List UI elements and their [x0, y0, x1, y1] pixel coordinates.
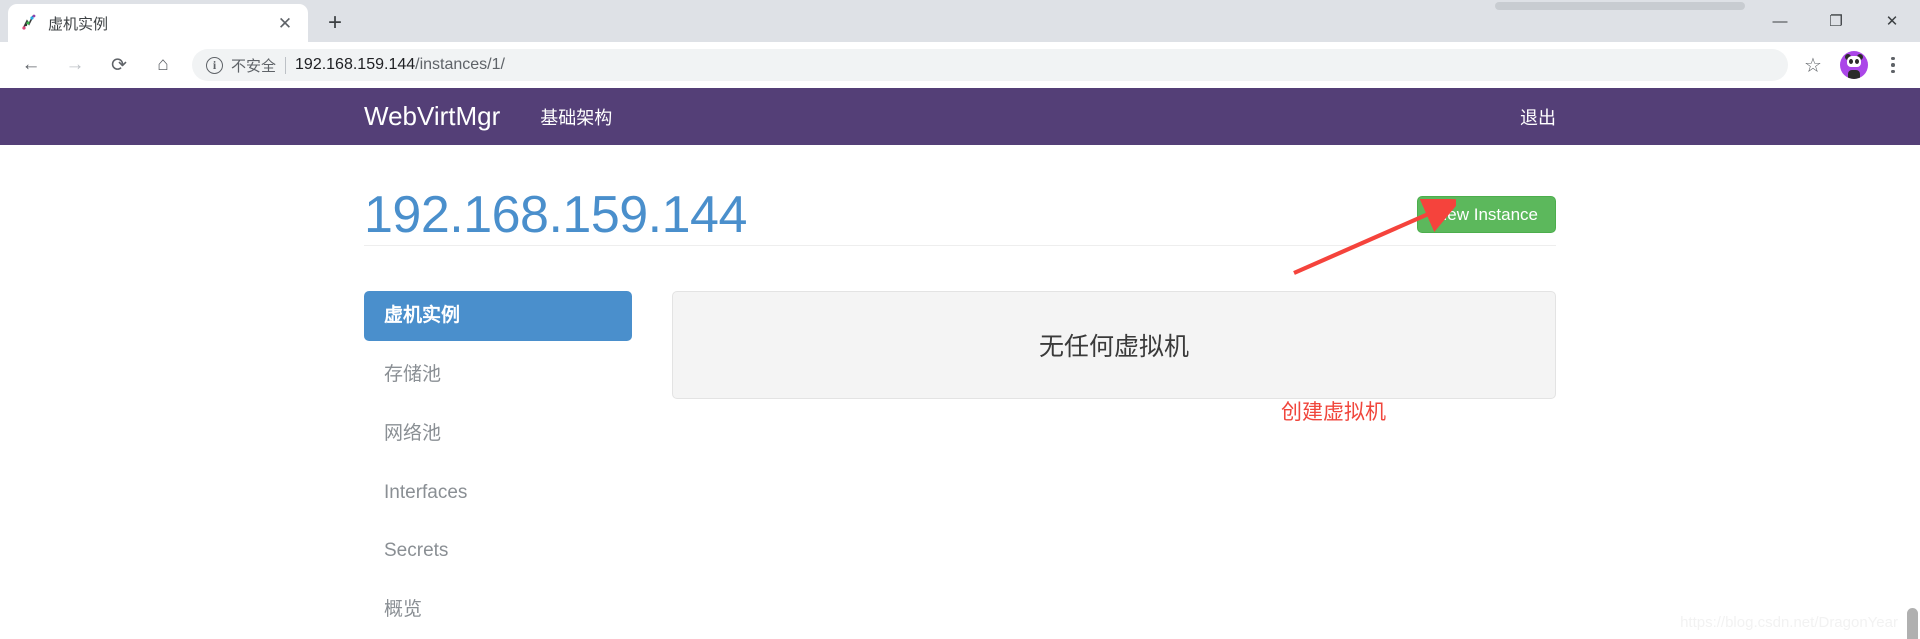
- maximize-window-button[interactable]: ❐: [1808, 0, 1864, 42]
- sidebar-item-networks[interactable]: 网络池: [364, 409, 632, 459]
- webvirtmgr-favicon-icon: [20, 14, 38, 32]
- nav-item-infrastructure[interactable]: 基础架构: [540, 104, 612, 130]
- close-tab-icon[interactable]: ✕: [274, 12, 296, 34]
- sidebar-item-secrets[interactable]: Secrets: [364, 526, 632, 576]
- security-status-label: 不安全: [231, 57, 277, 75]
- window-drag-handle[interactable]: [1495, 2, 1745, 10]
- minimize-window-button[interactable]: —: [1752, 0, 1808, 42]
- menu-dot: [1891, 56, 1895, 61]
- omnibox-divider: [285, 56, 287, 74]
- logout-link[interactable]: 退出: [1520, 104, 1556, 130]
- annotation-label: 创建虚拟机: [1281, 401, 1386, 424]
- browser-window: 虚机实例 ✕ + — ❐ ✕ ← → ⟳ ⌂ i 不安全 192.168.159…: [0, 0, 1920, 639]
- main-content: 无任何虚拟机: [632, 291, 1556, 639]
- app-navbar: WebVirtMgr 基础架构 退出: [0, 88, 1920, 145]
- tab-strip: 虚机实例 ✕ + — ❐ ✕: [0, 0, 1920, 42]
- close-window-button[interactable]: ✕: [1864, 0, 1920, 42]
- page-title: 192.168.159.144: [364, 186, 747, 244]
- sidebar-item-storages[interactable]: 存储池: [364, 350, 632, 400]
- window-controls: — ❐ ✕: [1752, 0, 1920, 42]
- url-host: 192.168.159.144: [295, 56, 416, 73]
- sidebar-item-overview[interactable]: 概览: [364, 585, 632, 635]
- page-header: 192.168.159.144 New Instance: [364, 145, 1556, 246]
- new-instance-button[interactable]: New Instance: [1417, 196, 1556, 233]
- address-bar[interactable]: i 不安全 192.168.159.144/instances/1/: [192, 49, 1788, 81]
- page-container: 192.168.159.144 New Instance 虚机实例 存储池 网络…: [364, 145, 1556, 639]
- navbar-inner: WebVirtMgr 基础架构 退出: [364, 88, 1556, 145]
- browser-menu-icon[interactable]: [1878, 48, 1908, 82]
- new-tab-button[interactable]: +: [318, 6, 352, 40]
- avatar[interactable]: [1840, 51, 1868, 79]
- url-path: /instances/1/: [415, 56, 505, 73]
- content-row: 虚机实例 存储池 网络池 Interfaces Secrets 概览 无任何虚拟…: [364, 246, 1556, 639]
- empty-state-panel: 无任何虚拟机: [672, 291, 1556, 399]
- menu-dot: [1891, 69, 1895, 74]
- tab-title: 虚机实例: [48, 15, 109, 33]
- sidebar-item-interfaces[interactable]: Interfaces: [364, 468, 632, 518]
- app-brand[interactable]: WebVirtMgr: [364, 101, 500, 132]
- avatar-eye-left: [1849, 59, 1853, 64]
- empty-state-message: 无任何虚拟机: [1038, 333, 1189, 361]
- back-icon[interactable]: ←: [12, 46, 50, 84]
- watermark-text: https://blog.csdn.net/DragonYear: [1680, 614, 1898, 631]
- page-scrollbar-thumb[interactable]: [1907, 608, 1918, 639]
- menu-dot: [1891, 63, 1895, 67]
- avatar-eye-right: [1855, 59, 1859, 64]
- bookmark-star-icon[interactable]: ☆: [1796, 48, 1830, 82]
- sidebar-nav: 虚机实例 存储池 网络池 Interfaces Secrets 概览: [364, 291, 632, 639]
- avatar-body: [1848, 70, 1860, 79]
- forward-icon[interactable]: →: [56, 46, 94, 84]
- url-text: 192.168.159.144/instances/1/: [295, 56, 505, 74]
- browser-toolbar: ← → ⟳ ⌂ i 不安全 192.168.159.144/instances/…: [0, 42, 1920, 88]
- page-viewport: WebVirtMgr 基础架构 退出 192.168.159.144 New I…: [0, 88, 1920, 639]
- browser-tab[interactable]: 虚机实例 ✕: [8, 4, 308, 42]
- reload-icon[interactable]: ⟳: [100, 46, 138, 84]
- home-icon[interactable]: ⌂: [144, 46, 182, 84]
- sidebar-item-instances[interactable]: 虚机实例: [364, 291, 632, 341]
- site-info-icon[interactable]: i: [206, 56, 223, 74]
